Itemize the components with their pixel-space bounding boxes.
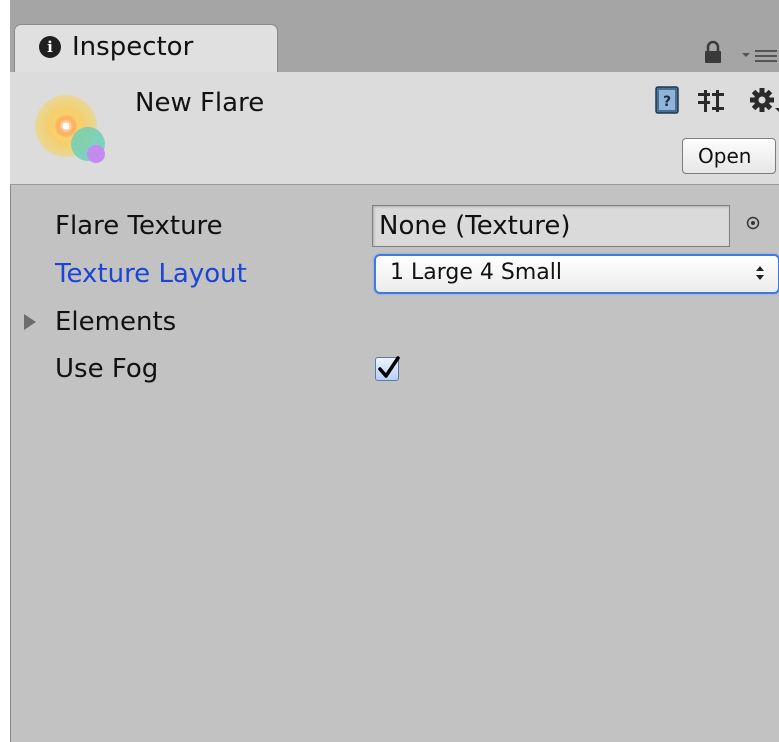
- lock-icon[interactable]: [704, 40, 722, 64]
- asset-header: New Flare ? Open: [10, 72, 779, 185]
- properties-panel: Flare Texture None (Texture) Texture Lay…: [10, 185, 779, 742]
- texture-layout-value: 1 Large 4 Small: [390, 260, 562, 285]
- preset-icon[interactable]: [696, 88, 726, 114]
- object-picker-icon[interactable]: [746, 216, 760, 230]
- checkmark-icon: [378, 356, 400, 378]
- help-book-icon[interactable]: ?: [655, 86, 679, 114]
- gear-icon[interactable]: [748, 86, 779, 116]
- texture-layout-label: Texture Layout: [55, 259, 247, 289]
- inspector-window: i Inspector New Flare ? Open Flare Textu…: [10, 0, 779, 742]
- flare-texture-label: Flare Texture: [55, 211, 223, 241]
- use-fog-label: Use Fog: [55, 354, 159, 384]
- info-icon: i: [39, 36, 61, 58]
- flare-texture-field[interactable]: None (Texture): [372, 205, 730, 247]
- tab-bar: i Inspector: [10, 0, 779, 72]
- elements-foldout-label[interactable]: Elements: [55, 306, 176, 338]
- flare-asset-icon: [35, 95, 105, 163]
- asset-name: New Flare: [135, 88, 265, 118]
- tab-inspector[interactable]: i Inspector: [14, 24, 278, 72]
- use-fog-checkbox[interactable]: [375, 356, 400, 381]
- context-menu-icon[interactable]: [740, 46, 779, 66]
- foldout-arrow-icon[interactable]: [23, 313, 37, 331]
- svg-text:?: ?: [663, 94, 671, 110]
- texture-layout-dropdown[interactable]: 1 Large 4 Small: [374, 254, 779, 294]
- dropdown-arrows-icon: [756, 266, 764, 280]
- tab-label: Inspector: [72, 32, 194, 62]
- open-button[interactable]: Open: [682, 138, 776, 174]
